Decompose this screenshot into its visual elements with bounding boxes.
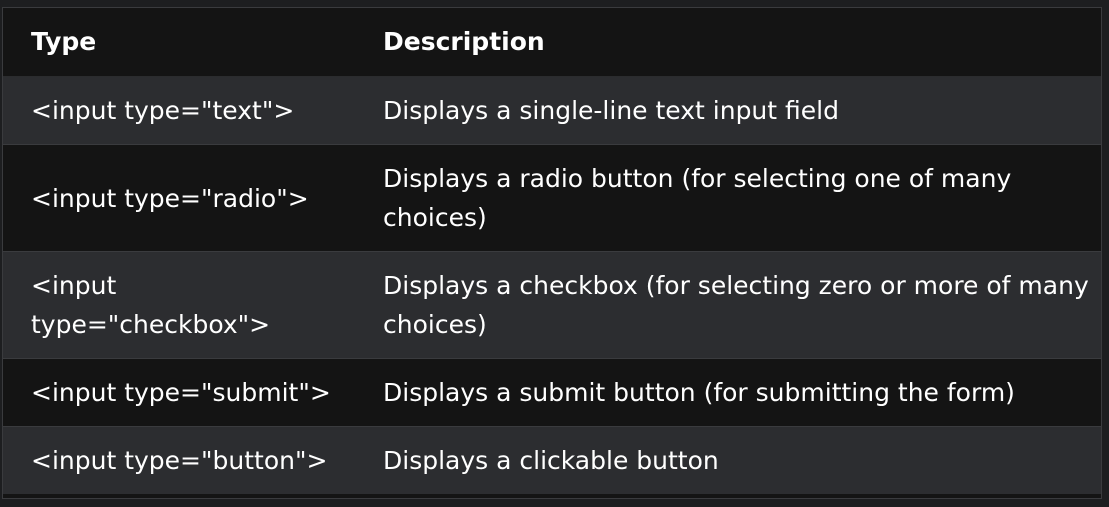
table-row: <input type="button"> Displays a clickab… bbox=[3, 426, 1101, 494]
column-header-description: Description bbox=[354, 8, 1101, 77]
type-cell: <input type="radio"> bbox=[3, 144, 354, 252]
table-row: <input type="radio"> Displays a radio bu… bbox=[3, 144, 1101, 252]
description-cell: Displays a submit button (for submitting… bbox=[354, 358, 1101, 427]
table-header-row: Type Description bbox=[3, 8, 1101, 77]
type-cell: <input type="button"> bbox=[3, 426, 354, 494]
description-cell: Displays a radio button (for selecting o… bbox=[354, 144, 1101, 252]
type-cell: <input type="text"> bbox=[3, 76, 354, 145]
description-cell: Displays a clickable button bbox=[354, 426, 1101, 494]
type-cell: <input type="submit"> bbox=[3, 358, 354, 427]
input-types-table: Type Description <input type="text"> Dis… bbox=[3, 8, 1101, 494]
column-header-type: Type bbox=[3, 8, 354, 77]
table-row: <input type="checkbox"> Displays a check… bbox=[3, 251, 1101, 359]
type-cell: <input type="checkbox"> bbox=[3, 251, 354, 359]
table-container: Type Description <input type="text"> Dis… bbox=[2, 7, 1102, 499]
table-row: <input type="text"> Displays a single-li… bbox=[3, 76, 1101, 145]
description-cell: Displays a single-line text input field bbox=[354, 76, 1101, 145]
description-cell: Displays a checkbox (for selecting zero … bbox=[354, 251, 1101, 359]
table-row: <input type="submit"> Displays a submit … bbox=[3, 358, 1101, 427]
